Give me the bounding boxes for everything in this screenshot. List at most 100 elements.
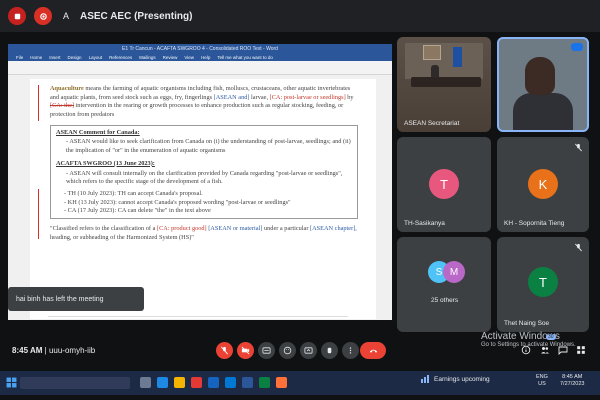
word-tab[interactable]: Mailings: [139, 55, 156, 60]
mic-off-icon: [575, 243, 582, 252]
facebook-icon[interactable]: [208, 377, 219, 388]
speaker-body: [513, 93, 573, 130]
participant-name: KH - Sopornita Tieng: [504, 220, 565, 227]
speaking-icon: [571, 43, 583, 51]
hand-icon: [327, 347, 332, 353]
outlook-icon[interactable]: [225, 377, 236, 388]
taskbar-search-box[interactable]: [20, 377, 130, 389]
emoji-button[interactable]: [279, 341, 296, 359]
camera-toggle-button[interactable]: [237, 341, 254, 359]
people-button[interactable]: [539, 344, 551, 356]
app-icon[interactable]: [191, 377, 202, 388]
weather-news-widget[interactable]: Earnings upcoming: [420, 374, 490, 384]
chart-up-icon: [421, 375, 429, 383]
word-tab[interactable]: View: [184, 55, 194, 60]
clock-time: 8:45 AM: [562, 374, 583, 380]
captions-icon: [262, 346, 271, 354]
word-tab[interactable]: Layout: [89, 55, 103, 60]
classified-definition: "Classified refers to the classification…: [50, 224, 357, 241]
people-count-badge: 30: [546, 334, 556, 340]
meeting-code: uuu-omyh-iib: [48, 345, 96, 355]
mic-off-icon: [575, 143, 582, 152]
leave-call-button[interactable]: [360, 341, 386, 359]
participant-name: ASEAN Secretariat: [404, 120, 460, 127]
system-clock[interactable]: 8:45 AM 7/27/2023: [560, 374, 584, 388]
presenting-label: ASEC AEC (Presenting): [80, 10, 193, 22]
word-window-title: E1 Tr Cancun - ACAFTA SWGROO 4 - Consoli…: [122, 45, 278, 52]
comment-line: - ASEAN will consult internally on the c…: [66, 169, 343, 186]
participant-tile-asean[interactable]: ASEAN Secretariat: [397, 37, 491, 132]
meeting-controls: 8:45 AM | uuu-omyh-iib 30: [0, 334, 600, 364]
word-tab[interactable]: Insert: [49, 55, 60, 60]
page-divider: [48, 316, 348, 317]
present-icon: [304, 346, 313, 354]
meeting-info: 8:45 AM | uuu-omyh-iib: [12, 345, 96, 355]
speaker-head: [525, 57, 555, 95]
word-ribbon-tabs: File Home Insert Design Layout Reference…: [8, 53, 392, 61]
participant-tile-speaker[interactable]: [497, 37, 589, 132]
meeting-time: 8:45 AM: [12, 345, 43, 355]
comment-box: ASEAN Comment for Canada: - ASEAN would …: [50, 124, 358, 219]
word-tab[interactable]: File: [16, 55, 23, 60]
clock-date: 7/27/2023: [560, 381, 585, 388]
comment-item: - KH (13 July 2023): cannot accept Canad…: [64, 198, 291, 206]
tell-me-box[interactable]: Tell me what you want to do: [217, 55, 273, 60]
participant-tile-others[interactable]: S M 25 others: [397, 237, 491, 332]
word-icon[interactable]: [242, 377, 253, 388]
news-text: Earnings upcoming: [434, 375, 490, 383]
word-tab[interactable]: References: [109, 55, 132, 60]
stop-presenting-icon[interactable]: [8, 7, 26, 25]
mic-toggle-button[interactable]: [216, 341, 233, 359]
emoji-icon: [283, 346, 292, 354]
raise-hand-button[interactable]: [321, 341, 338, 359]
participant-name: Thet Naing Soe: [504, 320, 550, 327]
participant-avatar: T: [528, 267, 558, 297]
firefox-icon[interactable]: [276, 377, 287, 388]
document-area: Aquaculture means the farming of aquatic…: [8, 75, 392, 320]
word-tab[interactable]: Design: [68, 55, 82, 60]
present-button[interactable]: [300, 341, 317, 359]
word-title-bar: E1 Tr Cancun - ACAFTA SWGROO 4 - Consoli…: [8, 44, 392, 53]
others-count: 25 others: [431, 297, 459, 304]
aquaculture-definition: Aquaculture means the farming of aquatic…: [50, 85, 354, 119]
participant-tile-thet-naing-soe[interactable]: T Thet Naing Soe: [497, 237, 589, 332]
conference-table: [411, 77, 481, 87]
word-tab[interactable]: Help: [201, 55, 210, 60]
video-background: [405, 43, 483, 79]
record-icon[interactable]: [34, 7, 52, 25]
chat-icon: [558, 346, 568, 355]
mic-off-icon: [221, 346, 228, 354]
comment-heading: ACAFTA SWGROO (13 June 2023):: [56, 159, 155, 167]
flag: [453, 47, 462, 67]
info-icon: [521, 345, 531, 355]
participant-avatar: T: [429, 169, 459, 199]
windows-start-icon[interactable]: [6, 377, 17, 388]
document-page: Aquaculture means the farming of aquatic…: [30, 79, 376, 319]
file-explorer-icon[interactable]: [174, 377, 185, 388]
captions-button[interactable]: [258, 341, 275, 359]
more-vertical-icon: [349, 346, 352, 354]
task-view-icon[interactable]: [140, 377, 151, 388]
presenting-bar: A ASEC AEC (Presenting): [0, 0, 600, 32]
word-tab[interactable]: Review: [163, 55, 178, 60]
activities-button[interactable]: [575, 344, 587, 356]
activities-icon: [577, 346, 585, 354]
participant-avatar: K: [528, 169, 558, 199]
participant-figure: [431, 65, 439, 77]
people-icon: [541, 347, 549, 354]
info-button[interactable]: [520, 344, 532, 356]
word-tab[interactable]: Home: [30, 55, 42, 60]
comment-item: - CA (17 July 2023): CA can delete "the"…: [64, 207, 211, 215]
more-options-button[interactable]: [342, 341, 359, 359]
camera-off-icon: [241, 346, 250, 354]
participant-avatar: M: [443, 261, 465, 283]
change-bar: [38, 85, 39, 121]
participant-tile-sasikanya[interactable]: T TH-Sasikanya: [397, 137, 491, 232]
edge-icon[interactable]: [157, 377, 168, 388]
others-avatars: S M: [428, 261, 474, 289]
participant-tile-sopornita[interactable]: K KH - Sopornita Tieng: [497, 137, 589, 232]
language-indicator[interactable]: ENG US: [536, 374, 548, 388]
chat-button[interactable]: [557, 344, 569, 356]
chrome-icon[interactable]: [259, 377, 270, 388]
comment-item: - TH (10 July 2023): TH can accept Canad…: [64, 189, 203, 197]
